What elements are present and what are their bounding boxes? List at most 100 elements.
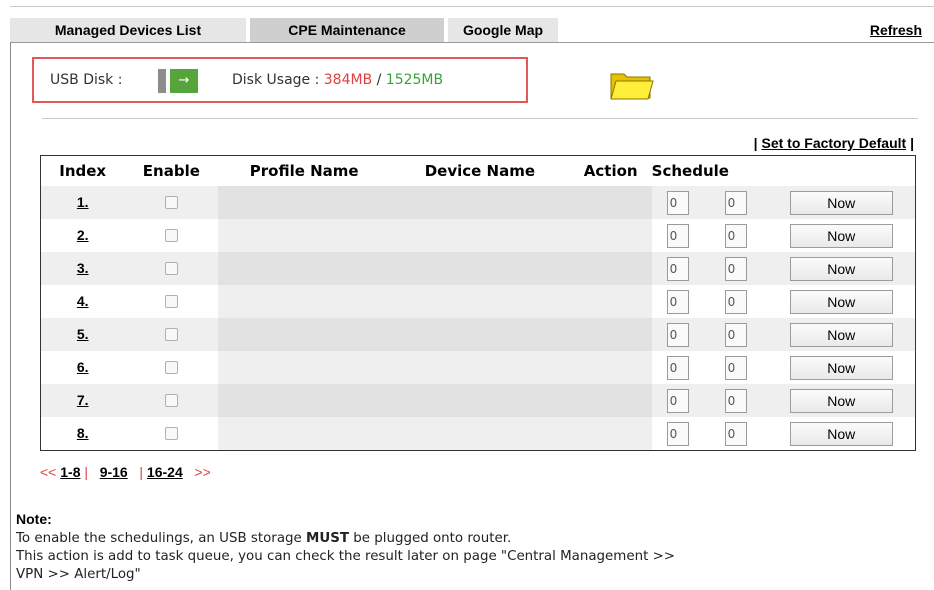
action-cell — [569, 219, 652, 252]
profile-name-cell — [218, 252, 391, 285]
profile-name-cell — [218, 417, 391, 451]
schedule-input-2[interactable]: 0 — [724, 388, 747, 413]
usb-disk-label: USB Disk : — [50, 72, 123, 88]
schedule-input-2[interactable]: 0 — [724, 322, 747, 347]
table-row: 6. 0 0 Now — [41, 351, 916, 384]
enable-checkbox[interactable] — [164, 295, 178, 308]
enable-checkbox[interactable] — [164, 262, 178, 275]
row-index-link[interactable]: 2. — [77, 227, 89, 243]
enable-checkbox[interactable] — [164, 196, 178, 209]
note-title: Note: — [16, 511, 52, 527]
row-index-link[interactable]: 7. — [77, 392, 89, 408]
profile-name-cell — [218, 318, 391, 351]
schedule-input-2[interactable]: 0 — [724, 289, 747, 314]
schedule-input-2[interactable]: 0 — [724, 421, 747, 446]
section-divider — [42, 118, 918, 119]
schedule-input-1[interactable]: 0 — [666, 256, 689, 281]
enable-checkbox[interactable] — [164, 229, 178, 242]
schedule-input-2[interactable]: 0 — [724, 223, 747, 248]
schedule-input-2[interactable]: 0 — [724, 190, 747, 215]
row-index-link[interactable]: 4. — [77, 293, 89, 309]
action-cell — [569, 384, 652, 417]
schedule-input-2[interactable]: 0 — [724, 355, 747, 380]
set-factory-default-link[interactable]: Set to Factory Default — [761, 135, 906, 151]
row-index-link[interactable]: 3. — [77, 260, 89, 276]
note-line-2: This action is add to task queue, you ca… — [16, 549, 676, 564]
tab-google-map[interactable]: Google Map — [448, 18, 558, 42]
table-row: 1. 0 0 Now — [40, 186, 916, 219]
header-button-col — [768, 156, 916, 187]
device-name-cell — [390, 351, 570, 384]
schedule-table: Index Enable Profile Name Device Name Ac… — [40, 155, 916, 451]
now-button[interactable]: Now — [789, 190, 893, 215]
action-cell — [569, 351, 652, 384]
table-header-row: Index Enable Profile Name Device Name Ac… — [41, 156, 916, 187]
enable-checkbox[interactable] — [164, 427, 178, 440]
now-button[interactable]: Now — [789, 223, 893, 248]
table-row: 3. 0 0 Now — [40, 252, 916, 285]
tab-managed-devices[interactable]: Managed Devices List — [10, 18, 246, 42]
now-button[interactable]: Now — [789, 322, 893, 347]
profile-name-cell — [218, 219, 391, 252]
row-index-link[interactable]: 5. — [77, 326, 89, 342]
header-profile-name: Profile Name — [249, 162, 359, 180]
schedule-input-1[interactable]: 0 — [666, 190, 689, 215]
row-index-link[interactable]: 8. — [77, 425, 89, 441]
note-must: MUST — [306, 531, 349, 546]
header-index: Index — [59, 162, 107, 180]
tab-cpe-maintenance[interactable]: CPE Maintenance — [250, 18, 444, 42]
now-button[interactable]: Now — [789, 355, 893, 380]
pagination: << 1-8 | 9-16 | 16-24 >> — [40, 464, 211, 480]
enable-checkbox[interactable] — [164, 394, 178, 407]
note-text: To enable the schedulings, an USB storag… — [16, 530, 675, 584]
schedule-input-1[interactable]: 0 — [666, 355, 689, 380]
action-cell — [569, 285, 652, 318]
folder-icon[interactable] — [608, 68, 654, 102]
note-line-3: VPN >> Alert/Log" — [16, 567, 141, 582]
usb-icon: → — [158, 69, 198, 93]
tab-underline — [10, 42, 934, 43]
action-cell — [569, 186, 652, 219]
device-name-cell — [390, 219, 570, 252]
header-schedule: Schedule — [651, 162, 729, 180]
header-enable: Enable — [142, 162, 200, 180]
device-name-cell — [390, 252, 570, 285]
schedule-input-1[interactable]: 0 — [666, 223, 689, 248]
now-button[interactable]: Now — [789, 289, 893, 314]
device-name-cell — [390, 384, 570, 417]
schedule-input-1[interactable]: 0 — [666, 322, 689, 347]
device-name-cell — [390, 186, 570, 219]
enable-checkbox[interactable] — [164, 361, 178, 374]
profile-name-cell — [218, 285, 391, 318]
device-name-cell — [390, 285, 570, 318]
enable-checkbox[interactable] — [164, 328, 178, 341]
now-button[interactable]: Now — [789, 421, 893, 446]
disk-separator: / — [372, 72, 386, 88]
refresh-link[interactable]: Refresh — [870, 18, 922, 42]
profile-name-cell — [218, 384, 391, 417]
table-row: 7. 0 0 Now — [40, 384, 916, 417]
pager-next[interactable]: >> — [194, 464, 210, 480]
pager-page-2[interactable]: 9-16 — [100, 464, 128, 480]
now-button[interactable]: Now — [789, 388, 893, 413]
table-row: 8. 0 0 Now — [41, 417, 916, 451]
tab-bar: Managed Devices List CPE Maintenance Goo… — [10, 18, 934, 43]
schedule-input-1[interactable]: 0 — [666, 421, 689, 446]
table-row: 2. 0 0 Now — [41, 219, 916, 252]
row-index-link[interactable]: 1. — [77, 194, 89, 210]
header-action: Action — [583, 162, 638, 180]
table-row: 5. 0 0 Now — [40, 318, 916, 351]
row-index-link[interactable]: 6. — [77, 359, 89, 375]
disk-used: 384MB — [323, 72, 373, 88]
top-divider — [10, 6, 934, 7]
schedule-input-1[interactable]: 0 — [666, 289, 689, 314]
now-button[interactable]: Now — [789, 256, 893, 281]
usb-status-box: USB Disk : → Disk Usage : 384MB / 1525MB — [32, 57, 528, 103]
pager-prev[interactable]: << — [40, 464, 56, 480]
pager-page-1[interactable]: 1-8 — [60, 464, 80, 480]
schedule-input-1[interactable]: 0 — [666, 388, 689, 413]
pager-page-3[interactable]: 16-24 — [147, 464, 183, 480]
content-left-border — [10, 42, 11, 590]
disk-usage: Disk Usage : 384MB / 1525MB — [232, 72, 443, 88]
schedule-input-2[interactable]: 0 — [724, 256, 747, 281]
